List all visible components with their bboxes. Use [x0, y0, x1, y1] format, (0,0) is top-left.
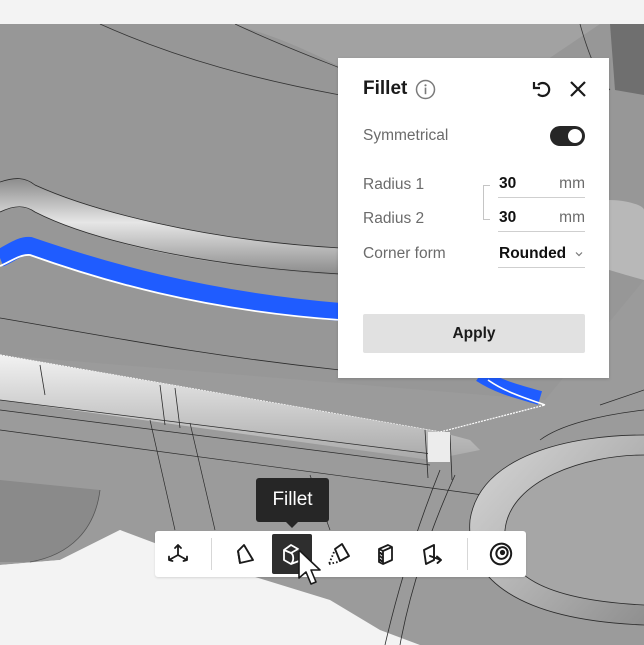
panel-title: Fillet — [363, 78, 408, 99]
toolbar-separator — [467, 538, 468, 570]
fillet-panel: Fillet Symmetrical Radius 1 30 mm Radius… — [338, 58, 609, 378]
corner-form-select[interactable]: Rounded — [498, 244, 585, 268]
hole-icon — [489, 542, 513, 566]
tool-hole[interactable] — [481, 534, 521, 574]
undo-icon — [532, 81, 551, 98]
tool-offset-face[interactable] — [412, 534, 452, 574]
radius2-label: Radius 2 — [363, 210, 425, 227]
tool-transform[interactable] — [158, 534, 198, 574]
info-icon[interactable] — [415, 79, 436, 100]
symmetrical-toggle[interactable] — [550, 126, 585, 146]
radius2-input[interactable]: 30 mm — [498, 208, 585, 232]
symmetrical-label: Symmetrical — [363, 127, 449, 144]
offset-face-icon — [423, 544, 442, 565]
shell-icon — [378, 544, 393, 565]
apply-button[interactable]: Apply — [363, 314, 585, 353]
draft-icon — [328, 543, 350, 565]
radius2-value: 30 — [499, 209, 517, 226]
tool-draft[interactable] — [318, 534, 358, 574]
tooltip: Fillet — [256, 478, 329, 528]
mouse-cursor-icon — [298, 549, 321, 585]
move-axes-icon — [168, 544, 188, 562]
corner-form-label: Corner form — [363, 245, 446, 262]
chevron-down-icon — [575, 252, 583, 257]
radius1-value: 30 — [499, 175, 517, 192]
tool-shell[interactable] — [365, 534, 405, 574]
close-icon — [570, 81, 586, 97]
feature-toolbar — [155, 531, 526, 577]
radius1-unit: mm — [559, 175, 585, 192]
radius1-label: Radius 1 — [363, 176, 425, 193]
radius-link-bracket — [483, 185, 490, 220]
tool-chamfer[interactable] — [225, 534, 265, 574]
toggle-knob — [568, 129, 582, 143]
reset-button[interactable] — [531, 78, 553, 100]
chamfer-icon — [237, 544, 254, 564]
radius2-unit: mm — [559, 209, 585, 226]
close-button[interactable] — [567, 78, 589, 100]
cad-app: Fillet Symmetrical Radius 1 30 mm Radius… — [0, 0, 644, 645]
toolbar-separator — [211, 538, 212, 570]
corner-form-value: Rounded — [499, 245, 567, 262]
radius1-input[interactable]: 30 mm — [498, 174, 585, 198]
